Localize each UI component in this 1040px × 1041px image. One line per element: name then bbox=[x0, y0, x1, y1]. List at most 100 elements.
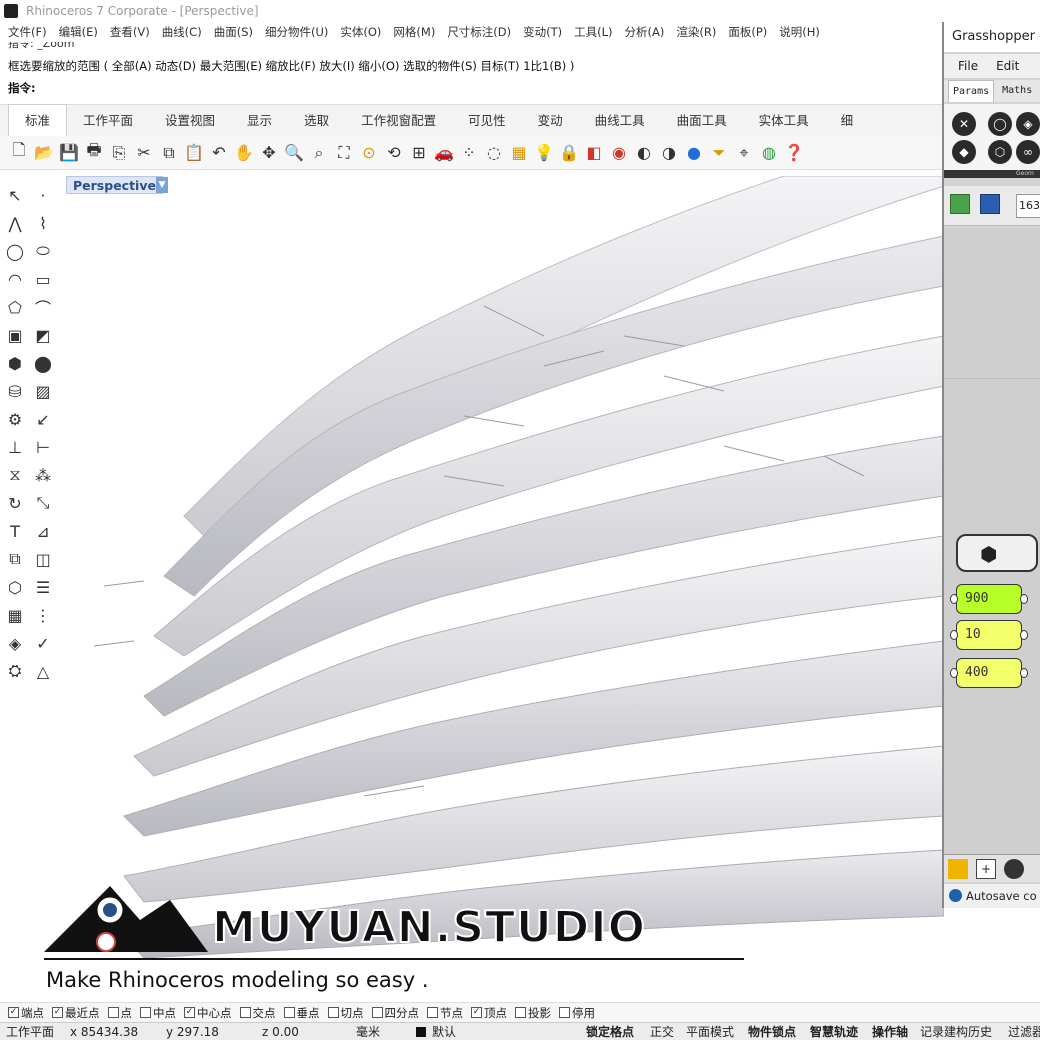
menu-mesh[interactable]: 网格(M) bbox=[393, 22, 435, 42]
osnap-checkbox[interactable] bbox=[371, 1007, 383, 1018]
filter-icon[interactable]: ⏷ bbox=[708, 142, 730, 164]
cut-icon[interactable]: ✂ bbox=[133, 142, 155, 164]
osnap-option[interactable]: 四分点 bbox=[371, 1003, 419, 1022]
sphere-solid-icon[interactable]: ⬤ bbox=[32, 352, 54, 374]
distribute-icon[interactable]: ⋮ bbox=[32, 604, 54, 626]
osnap-checkbox[interactable] bbox=[107, 1007, 119, 1018]
gh-tab-params[interactable]: Params bbox=[948, 80, 995, 102]
print-icon[interactable]: 🖶 bbox=[83, 140, 105, 164]
extrude-curve-icon[interactable]: ◩ bbox=[32, 324, 54, 346]
menu-transform[interactable]: 变动(T) bbox=[523, 22, 562, 42]
osnap-option[interactable]: 垂点 bbox=[283, 1003, 320, 1022]
osnap-checkbox[interactable] bbox=[283, 1007, 295, 1018]
text-icon[interactable]: T bbox=[4, 520, 26, 542]
osnap-option[interactable]: ✓ 最近点 bbox=[52, 1003, 100, 1022]
tab-standard[interactable]: 标准 bbox=[8, 104, 68, 137]
block-icon[interactable]: ◫ bbox=[32, 548, 54, 570]
menu-tools[interactable]: 工具(L) bbox=[574, 22, 612, 42]
analyze-icon[interactable]: ◈ bbox=[4, 632, 26, 654]
osnap-checkbox[interactable]: ✓ bbox=[184, 1007, 195, 1018]
tab-display[interactable]: 显示 bbox=[231, 105, 288, 137]
osnap-option[interactable]: ✓ 顶点 bbox=[471, 1003, 507, 1022]
osnap-checkbox[interactable] bbox=[239, 1007, 251, 1018]
slider-output-pin[interactable] bbox=[1020, 668, 1028, 678]
tab-more[interactable]: 细 bbox=[825, 105, 870, 137]
dimension-icon[interactable]: ⊿ bbox=[32, 520, 54, 542]
status-unit[interactable]: 毫米 bbox=[356, 1023, 380, 1041]
osnap-option[interactable]: ✓ 中心点 bbox=[184, 1003, 232, 1022]
gh-param-ring-icon[interactable]: ◯ bbox=[988, 112, 1012, 136]
zoom-extents-icon[interactable]: ⛶ bbox=[333, 142, 355, 164]
tab-set-view[interactable]: 设置视图 bbox=[149, 105, 231, 137]
gh-param-link-icon[interactable]: ∞ bbox=[1016, 140, 1040, 164]
osnap-checkbox[interactable]: ✓ bbox=[52, 1007, 63, 1018]
status-osnap[interactable]: 物件锁点 bbox=[748, 1023, 796, 1041]
menu-solid[interactable]: 实体(O) bbox=[340, 22, 381, 42]
status-layer[interactable]: 默认 bbox=[432, 1023, 456, 1041]
settings-gear-icon[interactable]: ⚙ bbox=[4, 408, 26, 430]
group-icon[interactable]: ⧉ bbox=[4, 548, 26, 570]
new-icon[interactable]: 🗋 bbox=[8, 140, 30, 164]
light-icon[interactable]: 💡 bbox=[533, 142, 555, 164]
gh-number-slider-2[interactable]: 10 bbox=[950, 620, 1028, 650]
menu-file[interactable]: 文件(F) bbox=[8, 22, 47, 42]
perspective-viewport[interactable] bbox=[64, 176, 944, 1002]
osnap-checkbox[interactable] bbox=[515, 1007, 526, 1018]
array-icon[interactable]: ⁂ bbox=[32, 464, 54, 486]
gh-save-icon[interactable] bbox=[980, 194, 1000, 214]
menu-edit[interactable]: 编辑(E) bbox=[59, 22, 98, 42]
status-cplane[interactable]: 工作平面 bbox=[6, 1023, 54, 1041]
status-planar[interactable]: 平面模式 bbox=[686, 1023, 734, 1041]
menu-subd[interactable]: 细分物件(U) bbox=[265, 22, 328, 42]
gh-param-brep-icon[interactable]: ⬡ bbox=[988, 140, 1012, 164]
status-gumball[interactable]: 操作轴 bbox=[872, 1023, 908, 1041]
osnap-option[interactable]: 交点 bbox=[239, 1003, 276, 1022]
menu-help[interactable]: 说明(H) bbox=[779, 22, 820, 42]
status-filter[interactable]: 过滤器 bbox=[1008, 1023, 1040, 1041]
select-arrow-icon[interactable]: ↖ bbox=[4, 184, 26, 206]
copy-icon[interactable]: ⧉ bbox=[158, 142, 180, 164]
scale-icon[interactable]: ⤡ bbox=[32, 492, 54, 514]
sphere-icon[interactable]: ● bbox=[683, 142, 705, 164]
grid-icon[interactable]: ▦ bbox=[508, 142, 530, 164]
osnap-checkbox[interactable] bbox=[559, 1007, 570, 1018]
surface-points-icon[interactable]: ▣ bbox=[4, 324, 26, 346]
osnap-checkbox[interactable]: ✓ bbox=[471, 1007, 482, 1018]
grasshopper-canvas[interactable]: ⬢ 900 10 400 bbox=[944, 228, 1040, 854]
mesh-icon[interactable]: ▨ bbox=[32, 380, 54, 402]
tab-visibility[interactable]: 可见性 bbox=[452, 105, 522, 137]
viewport-title[interactable]: Perspective bbox=[66, 176, 163, 194]
gh-add-icon[interactable]: + bbox=[976, 859, 996, 879]
status-ortho[interactable]: 正交 bbox=[650, 1023, 674, 1041]
tab-transform[interactable]: 变动 bbox=[522, 105, 579, 137]
curve-icon[interactable]: ⌇ bbox=[32, 212, 54, 234]
box-icon[interactable]: ⬢ bbox=[4, 352, 26, 374]
menu-curve[interactable]: 曲线(C) bbox=[162, 22, 202, 42]
polygon-icon[interactable]: ⬠ bbox=[4, 296, 26, 318]
polyline-icon[interactable]: ⋀ bbox=[4, 212, 26, 234]
menu-render[interactable]: 渲染(R) bbox=[676, 22, 716, 42]
grasshopper-icon[interactable]: ◍ bbox=[758, 142, 780, 164]
command-prompt[interactable]: 框选要缩放的范围 ( 全部(A) 动态(D) 最大范围(E) 缩放比(F) 放大… bbox=[0, 56, 942, 76]
menu-dimension[interactable]: 尺寸标注(D) bbox=[447, 22, 511, 42]
tab-cplanes[interactable]: 工作平面 bbox=[67, 105, 149, 137]
osnap-checkbox[interactable] bbox=[427, 1007, 438, 1018]
osnap-checkbox[interactable] bbox=[140, 1007, 151, 1018]
osnap-checkbox[interactable] bbox=[327, 1007, 339, 1018]
gh-number-slider-1[interactable]: 900 bbox=[950, 584, 1028, 614]
gh-param-box-icon[interactable]: ◆ bbox=[952, 140, 976, 164]
status-grid-snap[interactable]: 锁定格点 bbox=[586, 1023, 634, 1041]
open-icon[interactable]: 📂 bbox=[33, 142, 55, 164]
solid-edit-icon[interactable]: ⬡ bbox=[4, 576, 26, 598]
gh-param-x-icon[interactable]: ✕ bbox=[952, 112, 976, 136]
status-smarttrack[interactable]: 智慧轨迹 bbox=[810, 1023, 858, 1041]
tab-solid-tools[interactable]: 实体工具 bbox=[743, 105, 825, 137]
gh-menu-edit[interactable]: Edit bbox=[996, 54, 1019, 78]
tab-surface-tools[interactable]: 曲面工具 bbox=[661, 105, 743, 137]
osnap-option[interactable]: ✓ 端点 bbox=[8, 1003, 44, 1022]
check-icon[interactable]: ✓ bbox=[32, 632, 54, 654]
arc-icon[interactable]: ◠ bbox=[4, 268, 26, 290]
shade-icon[interactable]: ◐ bbox=[633, 142, 655, 164]
rotate-view-icon[interactable]: ⟲ bbox=[383, 142, 405, 164]
split-icon[interactable]: ⊢ bbox=[32, 436, 54, 458]
